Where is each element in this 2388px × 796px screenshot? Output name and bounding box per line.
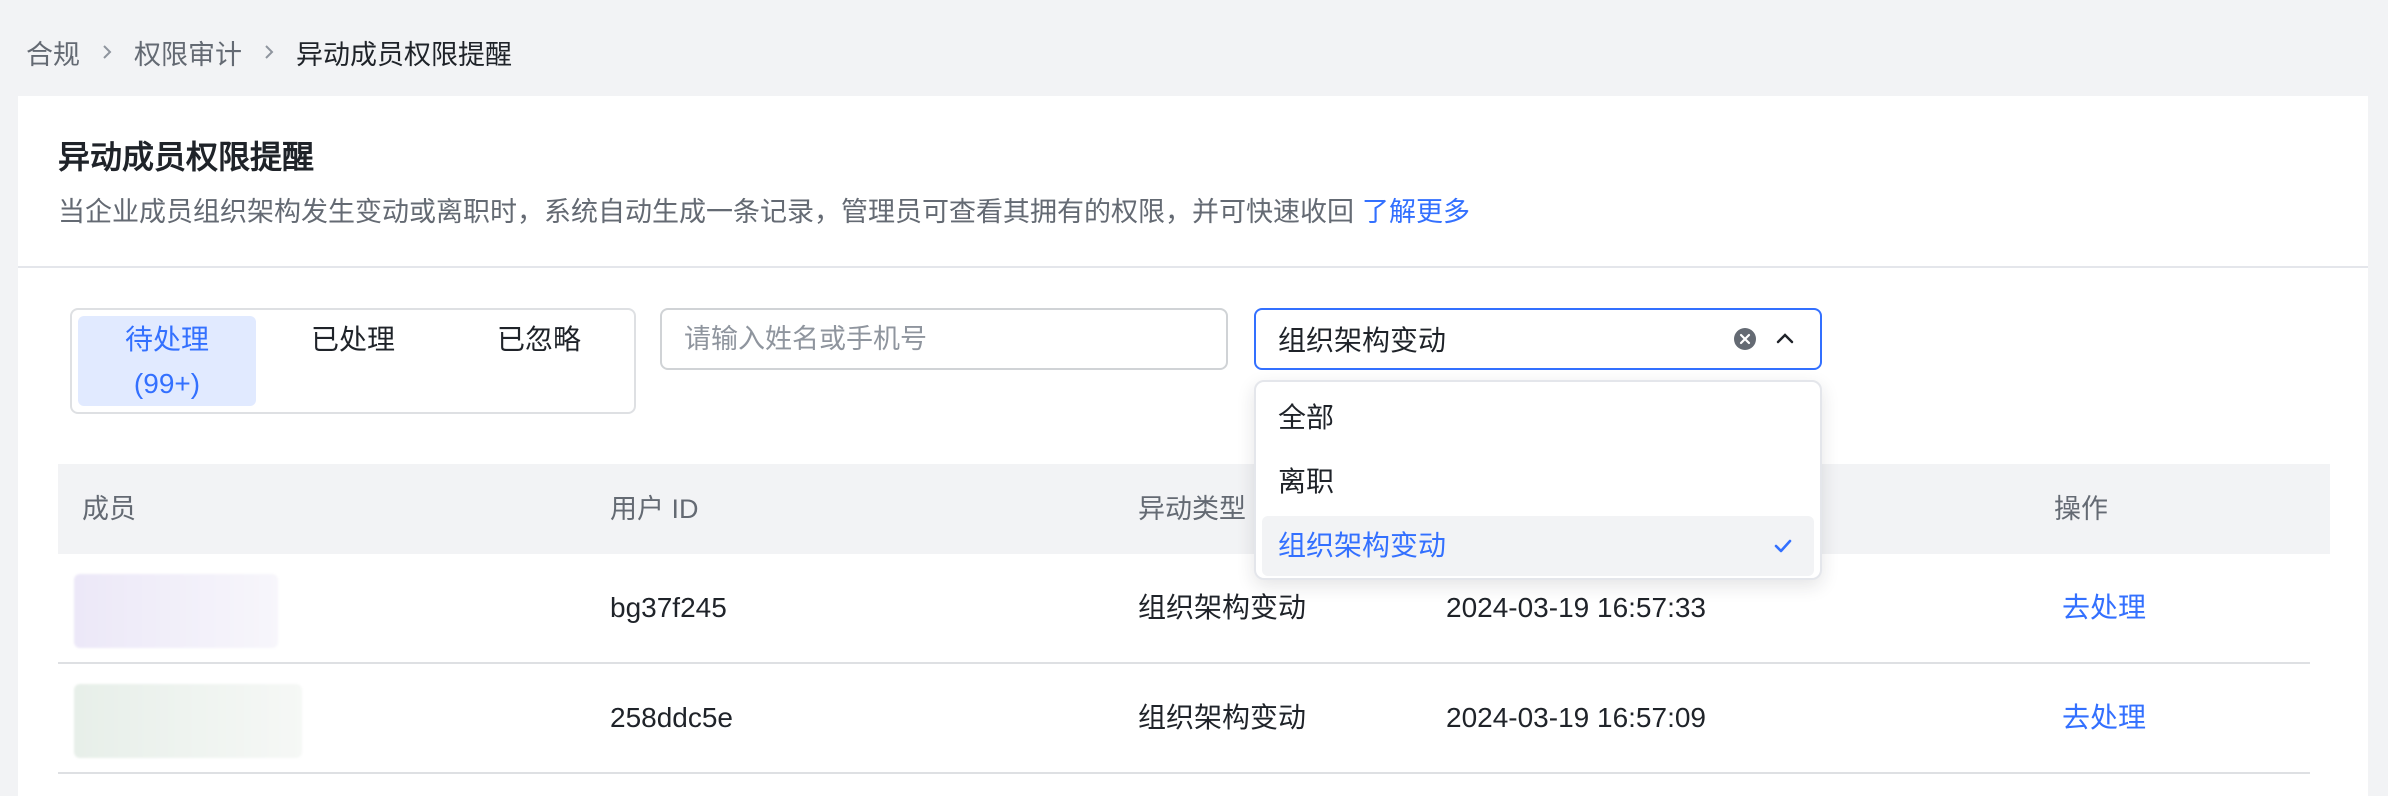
member-avatar-blurred	[74, 684, 302, 758]
option-org-change-label: 组织架构变动	[1278, 530, 1447, 561]
tab-processed[interactable]: 已处理	[264, 316, 442, 406]
column-user-id: 用户 ID	[610, 494, 699, 524]
tab-pending-label: 待处理	[124, 324, 209, 355]
description-text: 当企业成员组织架构发生变动或离职时，系统自动生成一条记录，管理员可查看其拥有的权…	[58, 197, 1354, 227]
cell-user-id: bg37f245	[610, 592, 727, 623]
cell-time: 2024-03-19 16:57:09	[1446, 702, 1706, 733]
page-description: 当企业成员组织架构发生变动或离职时，系统自动生成一条记录，管理员可查看其拥有的权…	[58, 190, 1470, 229]
check-icon	[1770, 533, 1796, 559]
option-resigned[interactable]: 离职	[1262, 452, 1814, 512]
process-link[interactable]: 去处理	[2062, 664, 2146, 772]
tab-pending-count: (99+)	[133, 368, 201, 399]
tab-pending[interactable]: 待处理 (99+)	[78, 316, 256, 406]
search-input[interactable]	[660, 308, 1228, 370]
chevron-right-icon	[260, 43, 278, 61]
chevron-right-icon	[98, 43, 116, 61]
table-header: 成员 用户 ID 异动类型 操作	[58, 464, 2330, 554]
clear-circle-icon[interactable]	[1732, 326, 1758, 352]
header-divider	[18, 266, 2368, 268]
breadcrumb-item-permission-audit[interactable]: 权限审计	[134, 33, 242, 72]
column-member: 成员	[82, 494, 136, 524]
page-title: 异动成员权限提醒	[58, 139, 315, 175]
column-change-type: 异动类型	[1138, 494, 1246, 524]
learn-more-link[interactable]: 了解更多	[1362, 197, 1470, 227]
change-type-select[interactable]: 组织架构变动	[1254, 308, 1822, 370]
tab-ignored-label: 已忽略	[496, 324, 581, 355]
chevron-up-icon[interactable]	[1772, 326, 1798, 352]
option-org-change[interactable]: 组织架构变动	[1262, 516, 1814, 576]
tab-ignored[interactable]: 已忽略	[450, 316, 628, 406]
column-action: 操作	[2054, 494, 2108, 524]
status-tabs: 待处理 (99+) 已处理 已忽略	[70, 308, 636, 414]
breadcrumb-item-compliance[interactable]: 合规	[26, 33, 80, 72]
member-avatar-blurred	[74, 574, 278, 648]
cell-change-type: 组织架构变动	[1138, 702, 1307, 733]
option-all[interactable]: 全部	[1262, 388, 1814, 448]
breadcrumb: 合规 权限审计 异动成员权限提醒	[26, 30, 512, 74]
change-type-dropdown: 全部 离职 组织架构变动	[1254, 380, 1822, 580]
table-row: 258ddc5e 组织架构变动 2024-03-19 16:57:09 去处理	[58, 664, 2310, 774]
cell-user-id: 258ddc5e	[610, 702, 734, 733]
main-panel: 异动成员权限提醒 当企业成员组织架构发生变动或离职时，系统自动生成一条记录，管理…	[18, 96, 2368, 796]
change-type-select-value: 组织架构变动	[1278, 325, 1447, 356]
tab-processed-label: 已处理	[310, 324, 395, 355]
process-link[interactable]: 去处理	[2062, 554, 2146, 662]
breadcrumb-item-current: 异动成员权限提醒	[296, 39, 512, 70]
table-row: bg37f245 组织架构变动 2024-03-19 16:57:33 去处理	[58, 554, 2310, 664]
